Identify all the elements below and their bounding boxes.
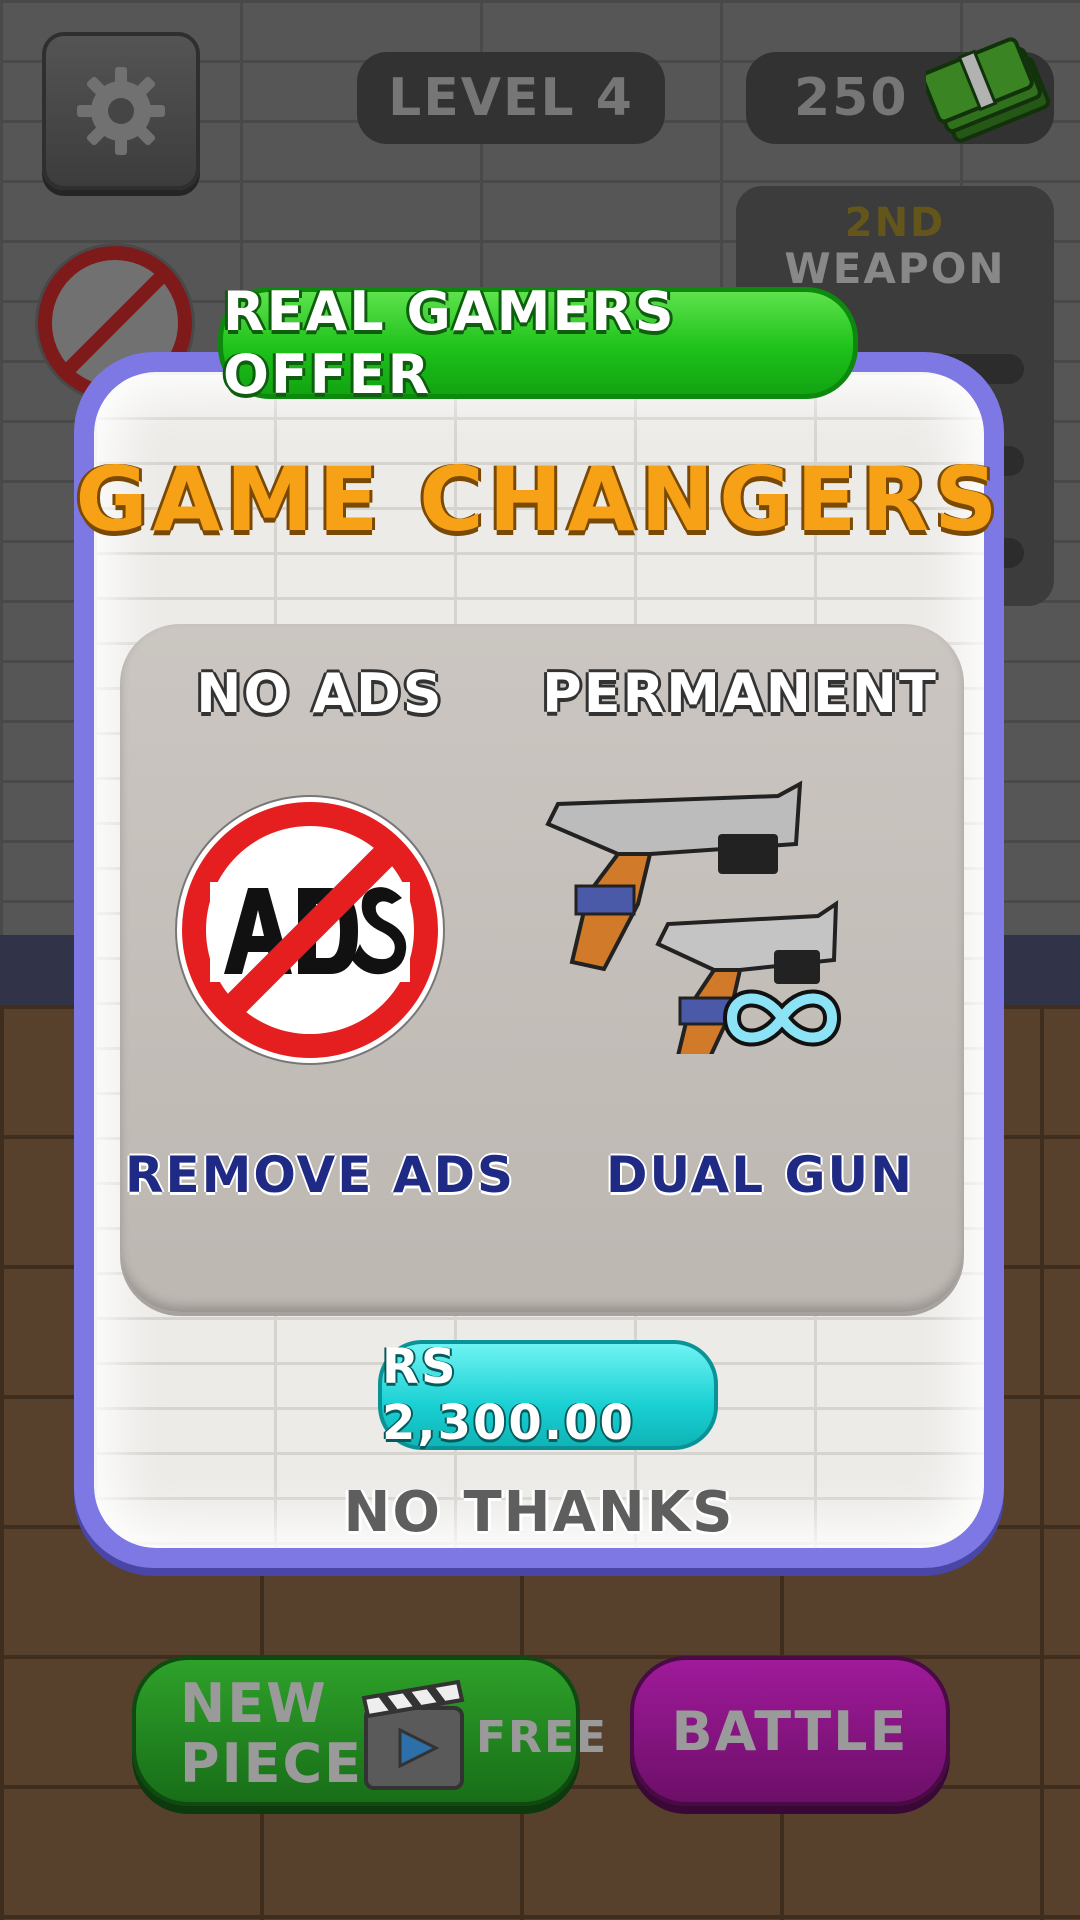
offer-header-no-ads: NO ADS: [196, 662, 444, 725]
new-piece-label: NEW PIECE: [180, 1672, 364, 1795]
price-label: RS 2,300.00: [382, 1339, 635, 1451]
offer-banner-label: REAL GAMERS OFFER: [223, 280, 676, 406]
battle-label: BATTLE: [671, 1699, 909, 1763]
infinity-icon: [722, 989, 842, 1047]
offer-footer-remove-ads: REMOVE ADS: [124, 1146, 516, 1204]
purchase-button[interactable]: RS 2,300.00: [378, 1339, 718, 1451]
offer-header-permanent: PERMANENT: [542, 662, 938, 725]
no-thanks-button[interactable]: NO THANKS: [74, 1480, 1004, 1545]
free-label: FREE: [476, 1712, 609, 1763]
offer-title: GAME CHANGERS: [75, 448, 1003, 551]
dual-pistol-icon: [545, 780, 842, 1054]
offer-banner: REAL GAMERS OFFER: [218, 280, 858, 406]
battle-button[interactable]: BATTLE: [630, 1656, 950, 1806]
new-piece-button[interactable]: NEW PIECE FREE: [132, 1656, 606, 1806]
video-clapper-icon: [361, 1679, 465, 1790]
no-ads-icon: [175, 795, 445, 1065]
offer-footer-dual-gun: DUAL GUN: [605, 1146, 915, 1204]
offer-contents: NO ADS PERMANENT REMOVE ADS DUAL GUN: [120, 624, 964, 1312]
